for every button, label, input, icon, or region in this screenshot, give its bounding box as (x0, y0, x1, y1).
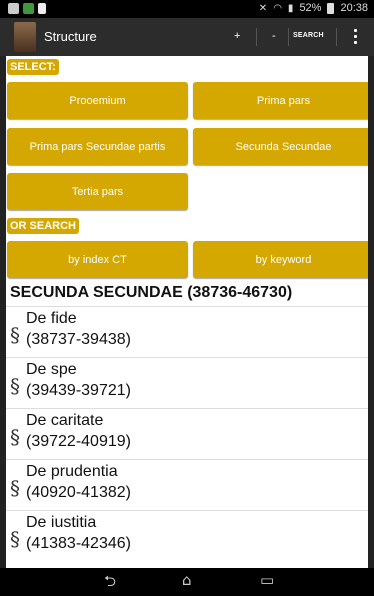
home-icon[interactable]: ⌂ (182, 571, 192, 589)
wifi-icon: ◠ (273, 2, 282, 14)
or-search-label: OR SEARCH (7, 218, 80, 234)
item-range: (39439-39721) (26, 382, 131, 399)
file-icon (38, 3, 46, 14)
section-icon: § (10, 527, 20, 551)
section-icon: § (10, 323, 20, 347)
prooemium-button[interactable]: Prooemium (7, 82, 188, 119)
item-range: (38737-39438) (26, 331, 131, 348)
list-item[interactable]: § De prudentia (40920-41382) (6, 459, 368, 510)
action-bar: Structure + - SEARCH (0, 18, 374, 56)
signal-icon: ▮ (287, 2, 294, 14)
battery-percent: 52% (299, 2, 322, 14)
prima-secundae-button[interactable]: Prima pars Secundae partis (7, 128, 188, 165)
mail-icon (8, 3, 19, 14)
item-name: De prudentia (26, 463, 118, 480)
app-logo[interactable] (14, 22, 36, 52)
list-item[interactable]: § De caritate (39722-40919) (6, 408, 368, 459)
item-range: (41383-42346) (26, 535, 131, 552)
item-range: (39722-40919) (26, 433, 131, 450)
list-item[interactable]: § De spe (39439-39721) (6, 357, 368, 408)
page-title: Structure (44, 29, 97, 44)
divider (288, 28, 289, 46)
section-icon: § (10, 425, 20, 449)
tertia-pars-button[interactable]: Tertia pars (7, 173, 188, 210)
status-bar: ✕ ◠ ▮ 52% 20:38 (0, 0, 374, 18)
section-title: SECUNDA SECUNDAE (38736-46730) (10, 284, 293, 301)
divider (256, 28, 257, 46)
back-icon[interactable]: ⮌ (104, 571, 116, 596)
mute-icon: ✕ (258, 2, 268, 14)
search-by-keyword-button[interactable]: by keyword (193, 241, 368, 278)
divider (336, 28, 337, 46)
zoom-out-button[interactable]: - (272, 30, 276, 42)
prima-pars-button[interactable]: Prima pars (193, 82, 368, 119)
item-name: De iustitia (26, 514, 97, 531)
select-label: SELECT: (7, 59, 59, 75)
item-name: De caritate (26, 412, 104, 429)
navigation-bar: ⮌ ⌂ ▭ (0, 568, 374, 596)
overflow-menu-icon[interactable] (354, 29, 358, 45)
clock: 20:38 (340, 2, 368, 14)
search-by-index-button[interactable]: by index CT (7, 241, 188, 278)
section-icon: § (10, 476, 20, 500)
list-item[interactable]: § De fide (38737-39438) (6, 306, 368, 357)
item-range: (40920-41382) (26, 484, 131, 501)
list-item[interactable]: § De iustitia (41383-42346) (6, 510, 368, 561)
search-button[interactable]: SEARCH (293, 32, 324, 39)
secunda-secundae-button[interactable]: Secunda Secundae (193, 128, 368, 165)
item-name: De spe (26, 361, 77, 378)
main-content: SELECT: Prooemium Prima pars Prima pars … (6, 56, 368, 568)
zoom-in-button[interactable]: + (234, 30, 240, 42)
section-icon: § (10, 374, 20, 398)
item-name: De fide (26, 310, 77, 327)
battery-icon (327, 2, 335, 14)
app-icon (23, 3, 34, 14)
recent-apps-icon[interactable]: ▭ (260, 571, 274, 589)
